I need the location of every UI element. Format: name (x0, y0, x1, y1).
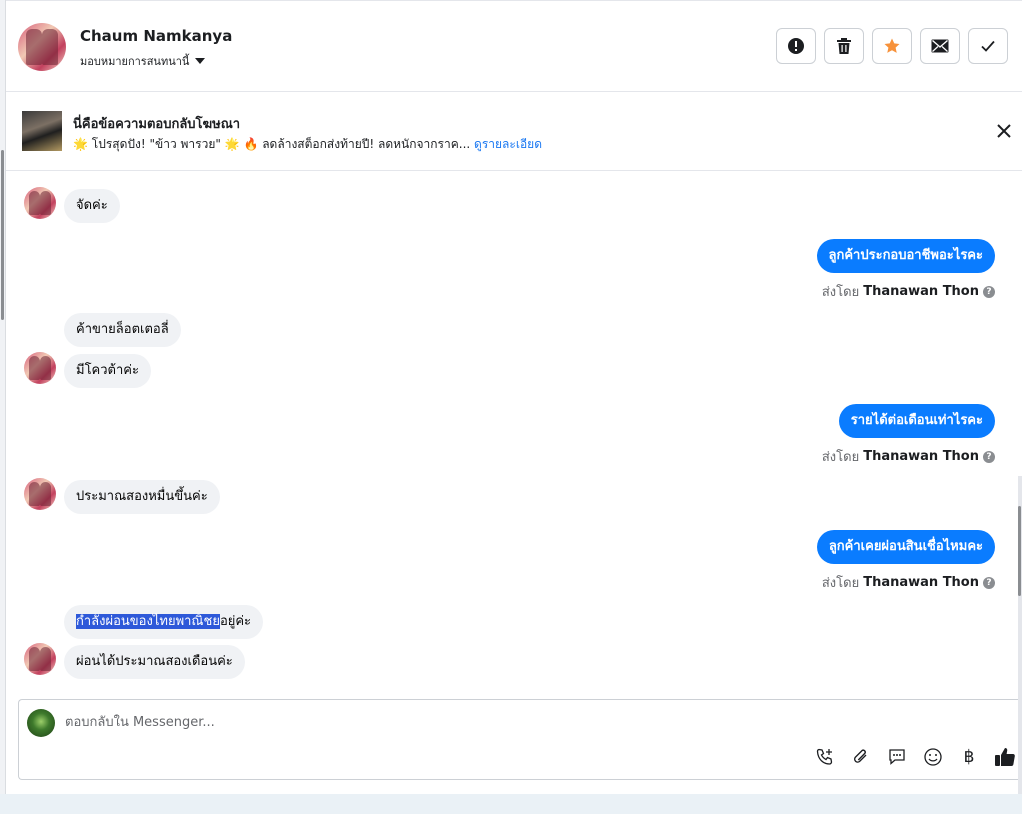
close-icon[interactable] (994, 121, 1014, 141)
move-to-inbox-button[interactable] (920, 28, 960, 64)
star-icon (884, 38, 900, 53)
composer-toolbar: ฿ (814, 746, 1016, 768)
incoming-message: ค้าขายล็อตเตอลี่ (64, 313, 181, 347)
contact-avatar-small (24, 187, 56, 219)
bottom-bar (0, 794, 1022, 814)
incoming-message: ผ่อนได้ประมาณสองเดือนค่ะ (64, 645, 245, 679)
incoming-message: จัดค่ะ (64, 189, 120, 223)
contact-avatar-small (24, 478, 56, 510)
message-text: อยู่ค่ะ (219, 614, 252, 629)
message-thread[interactable]: จัดค่ะ ลูกค้าประกอบอาชีพอะไรคะ ส่งโดย Th… (6, 172, 1022, 699)
sent-by-prefix: ส่งโดย (821, 285, 860, 300)
chat-bubble-icon (889, 749, 905, 765)
conversation-header: Chaum Namkanya มอบหมายการสนทนานี้ (6, 0, 1022, 92)
outgoing-message: ลูกค้าประกอบอาชีพอะไรคะ (816, 239, 995, 273)
help-icon[interactable]: ? (983, 576, 995, 589)
outgoing-message: รายได้ต่อเดือนเท่าไรคะ (838, 404, 995, 438)
incoming-message: ประมาณสองหมื่นขึ้นค่ะ (64, 480, 220, 514)
contact-name[interactable]: Chaum Namkanya (80, 27, 232, 45)
sent-by-line: ส่งโดย Thanawan Thon ? (822, 281, 995, 302)
payment-button[interactable]: ฿ (958, 746, 980, 768)
incoming-message: มีโควต้าค่ะ (64, 354, 151, 388)
mark-spam-button[interactable] (776, 28, 816, 64)
sent-by-prefix: ส่งโดย (821, 576, 860, 591)
emoji-button[interactable] (922, 746, 944, 768)
page-avatar (27, 709, 55, 737)
caret-down-icon (195, 58, 206, 64)
header-actions (776, 28, 1008, 64)
contact-avatar-small (24, 643, 56, 675)
star-button[interactable] (872, 28, 912, 64)
sent-by-prefix: ส่งโดย (821, 450, 860, 465)
contact-avatar-small (24, 352, 56, 384)
help-icon[interactable]: ? (983, 285, 995, 298)
reply-composer: ฿ (18, 699, 1022, 780)
ad-description-text: 🌟 โปรสุดปัง! "ข้าว พารวย" 🌟 🔥 ลดล้างสต็อ… (73, 137, 471, 151)
paperclip-icon (854, 749, 867, 763)
baht-icon: ฿ (963, 747, 975, 767)
ad-title: นี่คือข้อความตอบกลับโฆษณา (73, 117, 241, 132)
selected-text: กำลังผ่อนของไทยพาณิชย (76, 614, 220, 629)
trash-icon (837, 38, 851, 54)
outgoing-message: ลูกค้าเคยผ่อนสินเชื่อไหมคะ (816, 530, 995, 564)
right-scrollbar[interactable] (1018, 476, 1022, 801)
sent-by-line: ส่งโดย Thanawan Thon ? (822, 572, 995, 593)
saved-replies-button[interactable] (886, 746, 908, 768)
assign-conversation-dropdown[interactable]: มอบหมายการสนทนานี้ (80, 52, 206, 70)
ad-description: 🌟 โปรสุดปัง! "ข้าว พารวย" 🌟 🔥 ลดล้างสต็อ… (73, 135, 542, 154)
attach-button[interactable] (850, 746, 872, 768)
assign-label: มอบหมายการสนทนานี้ (80, 55, 190, 68)
ad-details-link[interactable]: ดูรายละเอียด (474, 137, 542, 151)
exclamation-circle-icon (788, 38, 804, 54)
sent-by-line: ส่งโดย Thanawan Thon ? (822, 446, 995, 467)
ad-reply-banner: นี่คือข้อความตอบกลับโฆษณา 🌟 โปรสุดปัง! "… (6, 93, 1022, 171)
contact-avatar[interactable] (18, 23, 66, 71)
sent-by-agent: Thanawan Thon (863, 449, 979, 464)
help-icon[interactable]: ? (983, 450, 995, 463)
sent-by-agent: Thanawan Thon (863, 575, 979, 590)
incoming-message: กำลังผ่อนของไทยพาณิชยอยู่ค่ะ (64, 605, 264, 639)
envelope-icon (931, 39, 949, 53)
right-scrollbar-thumb[interactable] (1018, 506, 1021, 596)
left-scrollbar-thumb[interactable] (1, 150, 4, 320)
sent-by-agent: Thanawan Thon (863, 284, 979, 299)
call-button[interactable] (814, 746, 836, 768)
thumbs-up-icon (995, 748, 1015, 766)
smiley-icon (924, 748, 942, 766)
mark-done-button[interactable] (968, 28, 1008, 64)
phone-plus-icon (816, 748, 833, 765)
reply-input[interactable] (65, 711, 565, 733)
ad-thumbnail[interactable] (22, 111, 62, 151)
like-button[interactable] (994, 746, 1016, 768)
check-icon (981, 40, 995, 52)
delete-button[interactable] (824, 28, 864, 64)
